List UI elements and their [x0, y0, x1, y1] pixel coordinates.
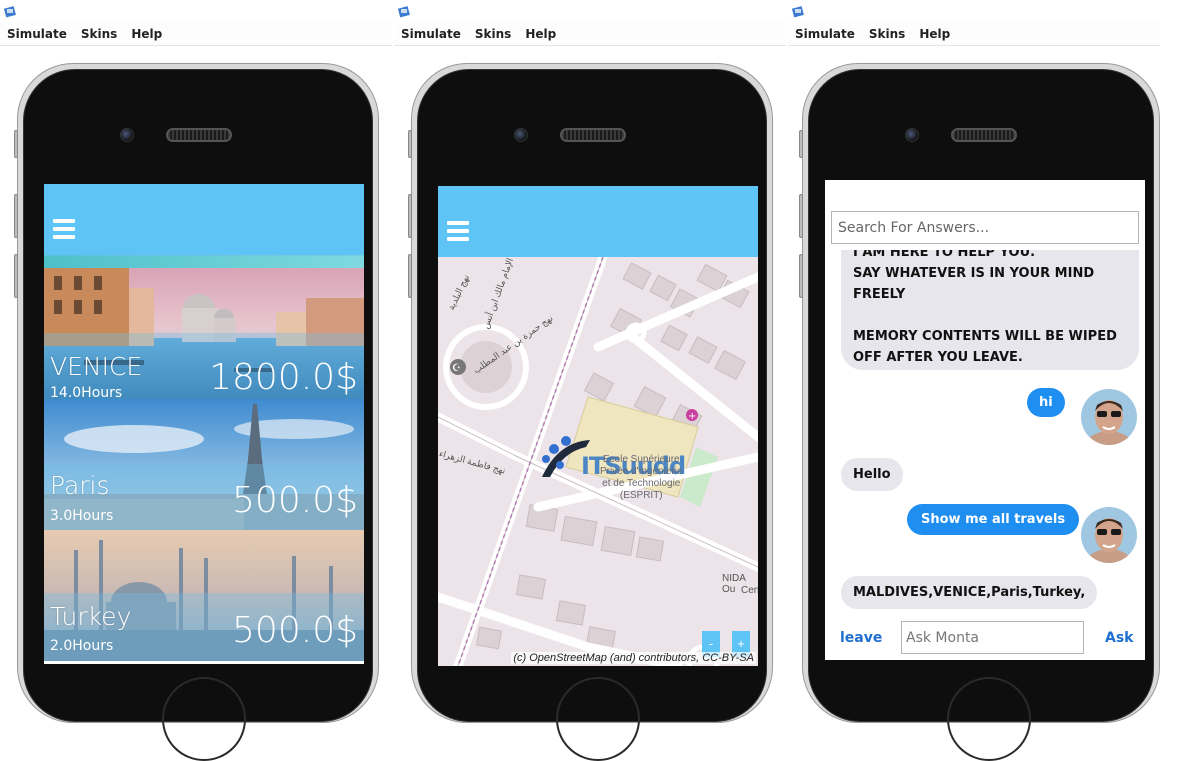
menu-simulate[interactable]: Simulate [795, 27, 855, 41]
school-label-2: Privée d'Ingénierie [600, 466, 683, 477]
phone-screen: VENICE 14.0Hours 1800.0$ Paris 3.0Hours … [44, 184, 364, 664]
menu-skins[interactable]: Skins [475, 27, 511, 41]
menu-bar: Simulate Skins Help [788, 22, 1160, 46]
simulator-window-map: Simulate Skins Help ☪ + ITSuudd Ecole Su… [394, 0, 786, 761]
travel-city: VENICE [50, 352, 143, 381]
volume-down-button [14, 254, 18, 298]
menu-hamburger-icon[interactable] [53, 219, 75, 239]
phone-screen: ☪ + ITSuudd Ecole Supérieure Privée d'In… [438, 186, 758, 666]
chat-bubble-user: Show me all travels [907, 504, 1080, 535]
volume-up-button [14, 194, 18, 238]
search-input[interactable]: Search For Answers... [831, 211, 1139, 244]
intro-line: FREELY [853, 287, 906, 302]
home-button[interactable] [947, 677, 1031, 761]
front-camera [514, 128, 528, 142]
menu-skins[interactable]: Skins [869, 27, 905, 41]
menu-bar: Simulate Skins Help [0, 22, 392, 46]
travel-price: 500.0$ [232, 610, 358, 651]
svg-text:+: + [688, 411, 696, 422]
simulator-window-chat: Simulate Skins Help I AM HERE TO HELP YO… [788, 0, 1160, 761]
user-avatar-image [1081, 507, 1137, 563]
phone-bezel: ☪ + ITSuudd Ecole Supérieure Privée d'In… [417, 69, 767, 761]
school-label-3: et de Technologie [602, 478, 681, 489]
travel-card-turkey[interactable]: Turkey 2.0Hours 500.0$ [44, 530, 364, 661]
phone-bezel: I AM HERE TO HELP YOU. SAY WHATEVER IS I… [808, 69, 1154, 761]
volume-up-button [408, 194, 412, 238]
menu-help[interactable]: Help [919, 27, 950, 41]
map-view[interactable]: ☪ + ITSuudd Ecole Supérieure Privée d'In… [438, 257, 758, 666]
app-icon [792, 6, 804, 18]
school-label-1: Ecole Supérieure [602, 454, 680, 465]
earpiece-speaker [166, 128, 232, 142]
earpiece-speaker [560, 128, 626, 142]
volume-down-button [408, 254, 412, 298]
user-avatar [1081, 507, 1137, 563]
svg-text:☪: ☪ [452, 363, 461, 374]
home-button[interactable] [162, 677, 246, 761]
travel-price: 500.0$ [232, 480, 358, 521]
map-attribution: (c) OpenStreetMap (and) contributors, CC… [511, 652, 756, 664]
intro-line: MEMORY CONTENTS WILL BE WIPED [853, 329, 1117, 344]
simulator-window-travels: Simulate Skins Help VENICE 14.0Hours 180… [0, 0, 392, 761]
intro-line: SAY WHATEVER IS IN YOUR MIND [853, 266, 1095, 281]
volume-up-button [799, 194, 803, 238]
mute-switch [799, 130, 803, 158]
chat-bubble-bot: Hello [841, 458, 903, 491]
map-label-nida2: Cen [741, 585, 758, 596]
travel-hours: 3.0Hours [50, 508, 114, 524]
travel-hours: 14.0Hours [50, 385, 123, 399]
menu-skins[interactable]: Skins [81, 27, 117, 41]
school-label-4: (ESPRIT) [619, 490, 663, 501]
chat-bubble-bot: MALDIVES,VENICE,Paris,Turkey, [841, 576, 1098, 609]
user-avatar-image [1081, 389, 1137, 445]
earpiece-speaker [951, 128, 1017, 142]
menu-bar: Simulate Skins Help [394, 22, 786, 46]
phone-frame: ☪ + ITSuudd Ecole Supérieure Privée d'In… [408, 63, 773, 761]
app-icon [398, 6, 410, 18]
menu-simulate[interactable]: Simulate [401, 27, 461, 41]
ask-button[interactable]: Ask [1105, 630, 1133, 646]
user-avatar [1081, 389, 1137, 445]
app-icon [4, 6, 16, 18]
ask-input[interactable]: Ask Monta [901, 621, 1084, 654]
app-bar [438, 186, 758, 257]
home-button[interactable] [556, 677, 640, 761]
phone-frame: I AM HERE TO HELP YOU. SAY WHATEVER IS I… [799, 63, 1160, 761]
mute-switch [14, 130, 18, 158]
chat-bubble-user: hi [1027, 388, 1065, 417]
travel-city: Turkey [50, 602, 132, 631]
leave-button[interactable]: leave [840, 630, 882, 646]
travel-price: 1800.0$ [209, 357, 358, 398]
travel-card-venice[interactable]: VENICE 14.0Hours 1800.0$ [44, 268, 364, 399]
intro-line: OFF AFTER YOU LEAVE. [853, 350, 1023, 365]
intro-line [853, 305, 1127, 326]
app-bar [44, 184, 364, 255]
front-camera [905, 128, 919, 142]
menu-help[interactable]: Help [525, 27, 556, 41]
travel-card-paris[interactable]: Paris 3.0Hours 500.0$ [44, 399, 364, 530]
map-label-school: Ecole Supérieure Privée d'Ingénierie et … [600, 454, 683, 502]
travel-city: Paris [50, 471, 110, 500]
front-camera [120, 128, 134, 142]
phone-frame: VENICE 14.0Hours 1800.0$ Paris 3.0Hours … [14, 63, 379, 761]
menu-simulate[interactable]: Simulate [7, 27, 67, 41]
phone-screen: I AM HERE TO HELP YOU. SAY WHATEVER IS I… [825, 180, 1145, 660]
menu-help[interactable]: Help [131, 27, 162, 41]
mute-switch [408, 130, 412, 158]
volume-down-button [799, 254, 803, 298]
travel-hours: 2.0Hours [50, 638, 114, 654]
phone-bezel: VENICE 14.0Hours 1800.0$ Paris 3.0Hours … [23, 69, 373, 761]
menu-hamburger-icon[interactable] [447, 221, 469, 241]
